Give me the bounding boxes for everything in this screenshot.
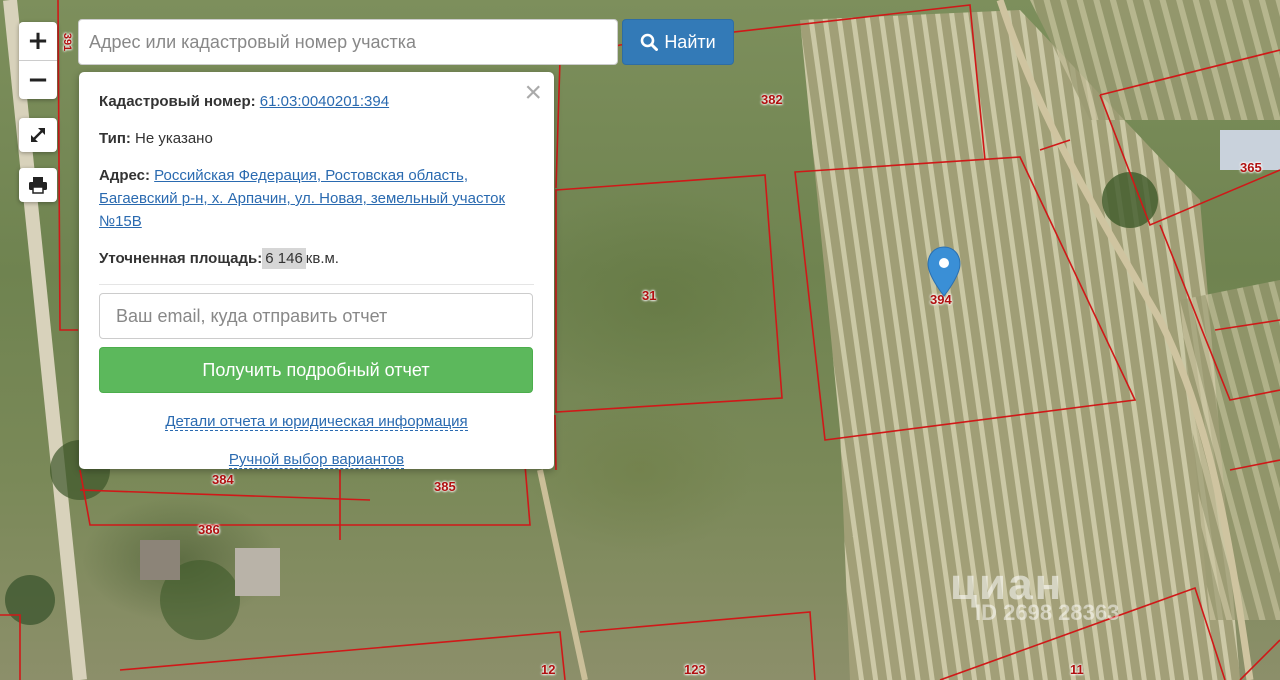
plot-label: 31 xyxy=(642,288,657,303)
expand-icon xyxy=(31,128,45,142)
plot-label: 382 xyxy=(761,92,783,107)
parcel-info-popup: × Кадастровый номер: 61:03:0040201:394 Т… xyxy=(79,72,554,469)
plot-label: 391 xyxy=(61,32,74,52)
area-label: Уточненная площадь: xyxy=(99,250,263,267)
type-row: Тип: Не указано xyxy=(99,127,534,150)
fullscreen-button[interactable] xyxy=(19,118,57,152)
building xyxy=(235,548,280,596)
cadastral-number-link[interactable]: 61:03:0040201:394 xyxy=(260,93,389,110)
search-button-label: Найти xyxy=(664,31,716,52)
plot-label: 385 xyxy=(434,479,456,494)
address-label: Адрес: xyxy=(99,167,150,184)
cadastral-number-row: Кадастровый номер: 61:03:0040201:394 xyxy=(99,90,534,113)
location-marker-icon[interactable] xyxy=(927,246,961,298)
cadastral-number-label: Кадастровый номер: xyxy=(99,93,256,110)
divider xyxy=(99,284,534,285)
plot-label: 11 xyxy=(1070,662,1084,677)
address-row: Адрес: Российская Федерация, Ростовская … xyxy=(99,164,534,233)
manual-selection-link[interactable]: Ручной выбор вариантов xyxy=(228,451,405,469)
area-row: Уточненная площадь: 6 146 кв.м. xyxy=(99,247,534,270)
get-report-button[interactable]: Получить подробный отчет xyxy=(99,347,533,393)
watermark-id: ID 2698 28363 xyxy=(975,600,1120,625)
plot-label: 12 xyxy=(541,662,556,677)
close-icon[interactable]: × xyxy=(524,78,542,108)
search-button[interactable]: Найти xyxy=(622,19,734,65)
zoom-control: + − xyxy=(19,22,57,99)
print-button[interactable] xyxy=(19,168,57,202)
type-value: Не указано xyxy=(135,130,213,147)
type-label: Тип: xyxy=(99,130,131,147)
search-input[interactable] xyxy=(78,19,618,65)
printer-icon xyxy=(29,177,47,194)
address-link[interactable]: Российская Федерация, Ростовская область… xyxy=(99,167,505,230)
area-unit: кв.м. xyxy=(305,250,339,267)
plot-label: 365 xyxy=(1240,160,1262,175)
plot-label: 384 xyxy=(212,472,234,487)
zoom-out-button[interactable]: − xyxy=(19,60,57,99)
area-value: 6 146 xyxy=(262,248,306,269)
plot-label: 386 xyxy=(198,522,220,537)
plot-label: 123 xyxy=(684,662,706,677)
report-details-link[interactable]: Детали отчета и юридическая информация xyxy=(165,413,468,431)
building xyxy=(140,540,180,580)
email-field[interactable] xyxy=(99,293,533,339)
search-icon xyxy=(641,33,659,51)
zoom-in-button[interactable]: + xyxy=(19,22,57,60)
